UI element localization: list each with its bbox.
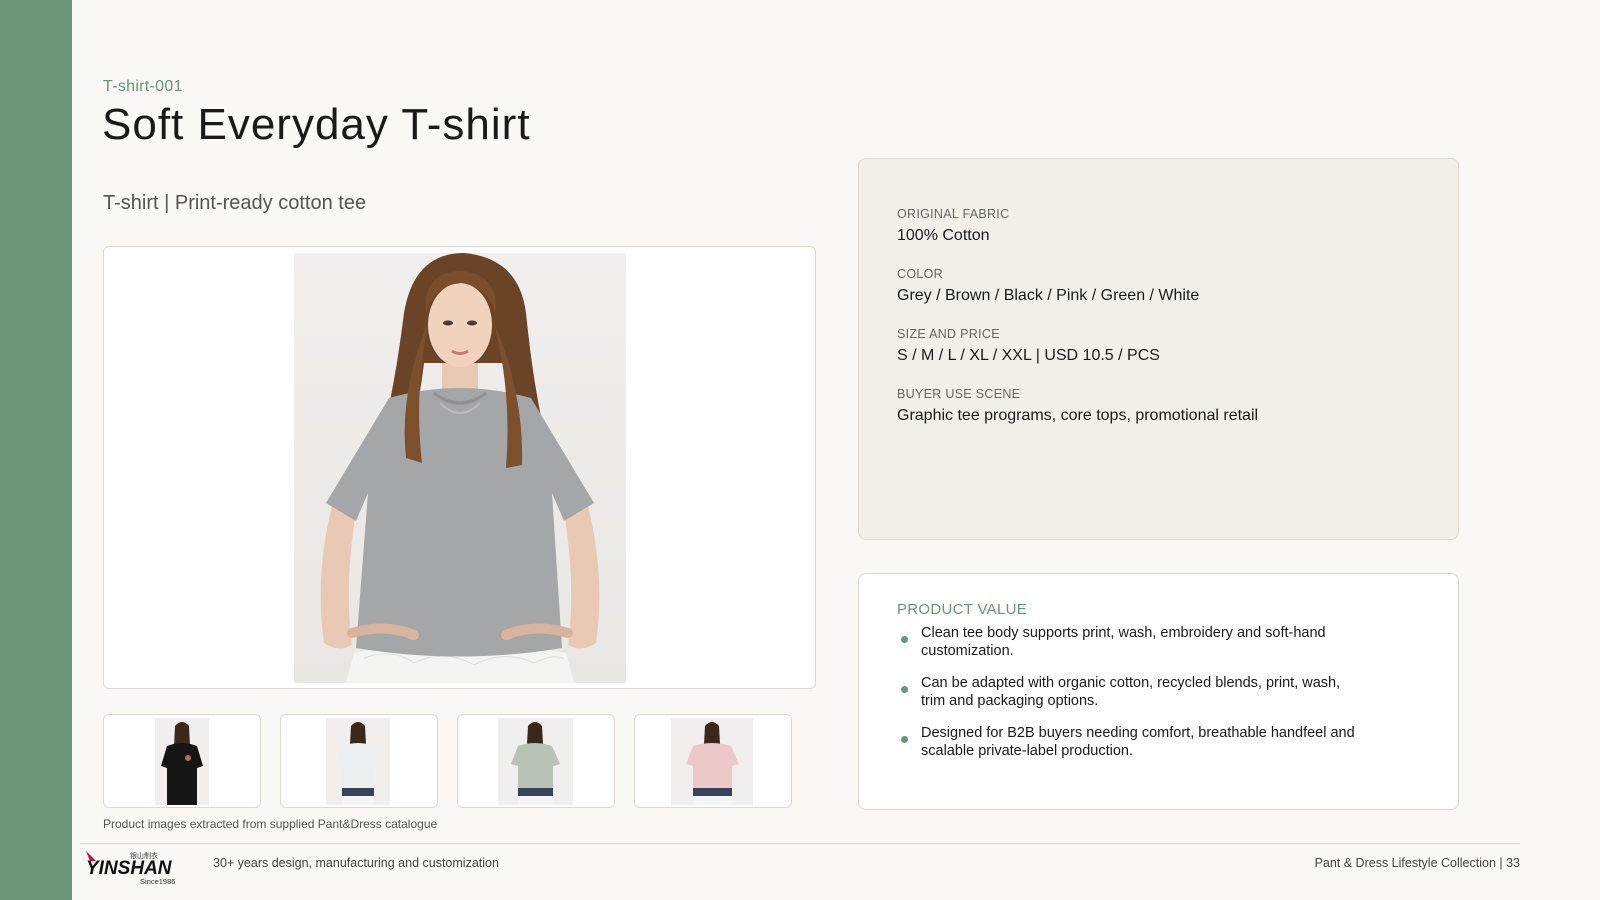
fabric-label: ORIGINAL FABRIC — [897, 207, 1010, 221]
yinshan-logo: 银山制衣 YINSHAN Since1986 — [86, 849, 186, 887]
thumbnail-black[interactable] — [103, 714, 261, 808]
size-price-label: SIZE AND PRICE — [897, 327, 1000, 341]
side-accent-bar — [0, 0, 72, 900]
value-bullet: Designed for B2B buyers needing comfort,… — [897, 724, 1367, 760]
thumbnail-sage[interactable] — [457, 714, 615, 808]
use-scene-value: Graphic tee programs, core tops, promoti… — [897, 407, 1259, 424]
value-bullet: Clean tee body supports print, wash, emb… — [897, 624, 1367, 660]
page-title: Soft Everyday T-shirt — [102, 100, 531, 149]
use-scene-label: BUYER USE SCENE — [897, 387, 1021, 401]
footer-divider — [80, 843, 1520, 844]
logo-since: Since1986 — [140, 877, 175, 886]
value-bullet-text: Designed for B2B buyers needing comfort,… — [921, 725, 1355, 759]
thumbnail-white[interactable] — [280, 714, 438, 808]
product-value-card: PRODUCT VALUE Clean tee body supports pr… — [858, 573, 1459, 810]
main-product-photo — [294, 253, 626, 683]
product-value-heading: PRODUCT VALUE — [897, 601, 1028, 618]
main-photo-frame — [103, 246, 816, 689]
bullet-dot-icon — [901, 736, 908, 743]
woman-grey-tshirt-illustration — [320, 253, 600, 683]
product-sku: T-shirt-001 — [103, 78, 183, 95]
size-price-value: S / M / L / XL / XXL | USD 10.5 / PCS — [897, 347, 1160, 364]
bullet-dot-icon — [901, 636, 908, 643]
product-subtitle: T-shirt | Print-ready cotton tee — [103, 192, 367, 214]
value-bullet-text: Clean tee body supports print, wash, emb… — [921, 625, 1326, 659]
spec-card: ORIGINAL FABRIC 100% Cotton COLOR Grey /… — [858, 158, 1459, 540]
value-bullet: Can be adapted with organic cotton, recy… — [897, 674, 1367, 710]
white-tshirt-thumbnail — [326, 718, 390, 805]
image-caption: Product images extracted from supplied P… — [103, 817, 438, 831]
value-bullet-text: Can be adapted with organic cotton, recy… — [921, 675, 1341, 709]
color-value: Grey / Brown / Black / Pink / Green / Wh… — [897, 287, 1200, 304]
bullet-dot-icon — [901, 686, 908, 693]
pink-tshirt-thumbnail — [671, 718, 753, 805]
black-tshirt-thumbnail — [155, 718, 209, 805]
fabric-value: 100% Cotton — [897, 227, 990, 244]
color-label: COLOR — [897, 267, 943, 281]
sage-tshirt-thumbnail — [498, 718, 573, 805]
thumbnail-pink[interactable] — [634, 714, 792, 808]
footer-collection-page: Pant & Dress Lifestyle Collection | 33 — [1314, 856, 1520, 870]
footer-tagline: 30+ years design, manufacturing and cust… — [213, 856, 499, 870]
logo-wordmark: YINSHAN — [86, 858, 173, 879]
